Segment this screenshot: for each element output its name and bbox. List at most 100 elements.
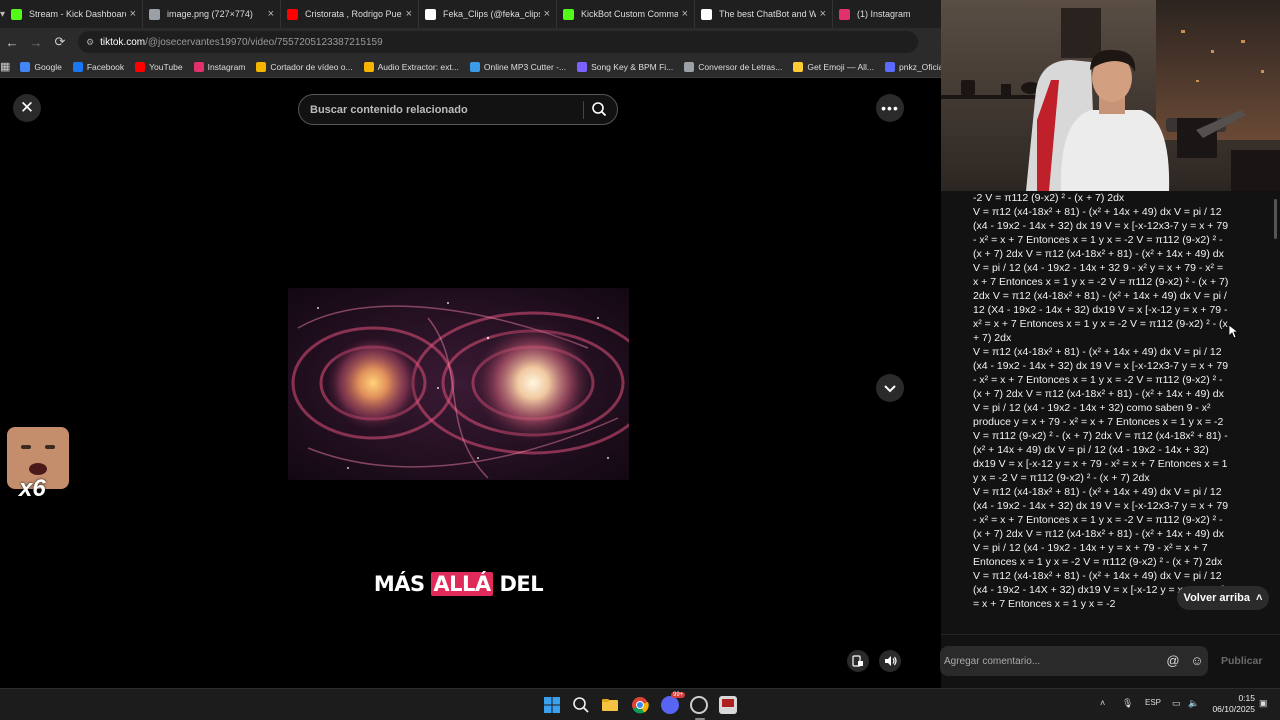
- next-video-button[interactable]: [876, 374, 904, 402]
- instagram-icon: [839, 8, 851, 20]
- chevron-up-icon: ˄: [1256, 592, 1263, 604]
- tab-title: Stream - Kick Dashboard: [29, 9, 126, 19]
- browser-tab[interactable]: Stream - Kick Dashboard ×: [5, 0, 144, 28]
- reload-button[interactable]: ⟳: [48, 28, 72, 56]
- notifications-icon[interactable]: ▣: [1259, 698, 1268, 709]
- video-caption: MÁS ALLÁ DEL: [288, 572, 629, 596]
- system-clock[interactable]: 0:15 06/10/2025: [1207, 693, 1255, 715]
- galaxy-artwork: [288, 288, 629, 480]
- tab-title: The best ChatBot and Wi: [719, 9, 816, 19]
- tab-title: image.png (727×774): [167, 9, 253, 19]
- floating-player-button[interactable]: [847, 650, 869, 672]
- close-button[interactable]: ✕: [13, 94, 41, 122]
- bookmark-item[interactable]: Facebook: [72, 61, 125, 72]
- bookmark-label: Facebook: [86, 61, 125, 72]
- bookmark-item[interactable]: Song Key & BPM Fi...: [577, 61, 674, 72]
- emoji-icon[interactable]: ☺: [1189, 653, 1205, 669]
- bookmark-favicon-icon: [193, 61, 204, 72]
- search-icon[interactable]: [591, 101, 607, 117]
- back-to-top-label: Volver arriba: [1183, 592, 1250, 604]
- tiktok-icon: [425, 8, 437, 20]
- bookmark-item[interactable]: Online MP3 Cutter -...: [469, 61, 567, 72]
- galaxy-image: [288, 288, 629, 480]
- bookmark-item[interactable]: pnkz_Oficial: [884, 61, 945, 72]
- bookmark-favicon-icon: [684, 61, 695, 72]
- network-icon[interactable]: ▭: [1172, 698, 1181, 709]
- bookmark-item[interactable]: Google: [20, 61, 62, 72]
- tab-close-icon[interactable]: ×: [406, 8, 412, 20]
- caption-text-before: MÁS: [373, 572, 432, 596]
- browser-tab[interactable]: KickBot Custom Comman ×: [557, 0, 696, 28]
- language-indicator[interactable]: ESP: [1145, 698, 1161, 707]
- browser-tab[interactable]: The best ChatBot and Wi ×: [695, 0, 834, 28]
- tab-close-icon[interactable]: ×: [130, 8, 136, 20]
- bookmark-favicon-icon: [469, 61, 480, 72]
- comment-paragraph: V = π12 (x4-18x² + 81) - (x² + 14x + 49)…: [973, 346, 1229, 484]
- bookmark-item[interactable]: YouTube: [135, 61, 183, 72]
- comment-composer: Agregar comentario... @ ☺ Publicar: [940, 634, 1280, 688]
- comments-scrollbar[interactable]: [1272, 191, 1280, 634]
- close-icon: ✕: [19, 98, 35, 117]
- tab-close-icon[interactable]: ×: [820, 8, 826, 20]
- microphone-icon[interactable]: 🎙: [1122, 698, 1133, 709]
- apps-grid-icon[interactable]: ▦: [0, 53, 10, 81]
- bookmark-item[interactable]: Instagram: [193, 61, 245, 72]
- obs-icon[interactable]: [690, 696, 708, 714]
- tab-close-icon[interactable]: ×: [268, 8, 274, 20]
- speaker-icon: [884, 656, 897, 666]
- bookmark-label: Cortador de vídeo o...: [270, 61, 353, 72]
- tray-overflow-icon[interactable]: ˄: [1100, 698, 1105, 708]
- tab-close-icon[interactable]: ×: [544, 8, 550, 20]
- volume-tray-icon[interactable]: 🔈: [1188, 698, 1199, 709]
- bookmark-label: Audio Extractor: ext...: [377, 61, 459, 72]
- screen: ▾ Stream - Kick Dashboard × image.png (727…: [0, 0, 1280, 720]
- comments-scroll-thumb[interactable]: [1274, 199, 1277, 239]
- more-options-button[interactable]: •••: [876, 94, 904, 122]
- browser-tab[interactable]: Feka_Clips (@feka_clips) | ×: [419, 0, 558, 28]
- picture-in-picture-icon: [852, 655, 863, 667]
- mention-icon[interactable]: @: [1165, 653, 1181, 669]
- bookmark-label: Conversor de Letras...: [698, 61, 783, 72]
- address-bar[interactable]: ⚙ tiktok.com/@josecervantes19970/video/7…: [78, 31, 918, 53]
- discord-icon[interactable]: 99+: [661, 692, 686, 714]
- app-window-accent: [722, 699, 734, 707]
- tab-title: Cristorata , Rodrigo Puente: [305, 9, 402, 19]
- windows-start-icon[interactable]: [543, 696, 561, 714]
- taskbar-search-icon[interactable]: [572, 696, 590, 714]
- browser-tab[interactable]: image.png (727×774) ×: [143, 0, 282, 28]
- comment-text: -2 V = π112 (9-x2) ² - (x + 7) 2dx V = π1…: [973, 191, 1231, 634]
- bookmark-label: Song Key & BPM Fi...: [591, 61, 674, 72]
- volume-button[interactable]: [879, 650, 901, 672]
- browser-tab-strip: ▾ Stream - Kick Dashboard × image.png (727…: [0, 0, 972, 28]
- bookmark-favicon-icon: [793, 61, 804, 72]
- back-to-top-button[interactable]: Volver arriba ˄: [1177, 586, 1269, 610]
- file-explorer-icon[interactable]: [601, 696, 619, 714]
- video-player[interactable]: MÁS ALLÁ DEL: [288, 128, 629, 688]
- bookmark-item[interactable]: Get Emoji — All...: [793, 61, 874, 72]
- bookmark-item[interactable]: Cortador de vídeo o...: [256, 61, 353, 72]
- bookmark-favicon-icon: [20, 61, 31, 72]
- site-info-icon[interactable]: ⚙: [86, 37, 94, 48]
- app-window-icon[interactable]: [719, 696, 737, 714]
- comment-paragraph: V = π12 (x4-18x² + 81) - (x² + 14x + 49)…: [973, 206, 1229, 344]
- browser-toolbar: ← → ⟳ ⚙ tiktok.com/@josecervantes19970/v…: [0, 28, 941, 56]
- bookmark-label: Online MP3 Cutter -...: [483, 61, 567, 72]
- bookmarks-bar: ▦ Google Facebook YouTube Instagram Cortador…: [0, 53, 945, 81]
- bookmark-label: Get Emoji — All...: [807, 61, 874, 72]
- streamer-webcam-image: [941, 0, 1280, 191]
- publish-button[interactable]: Publicar: [1221, 655, 1262, 667]
- browser-tab[interactable]: Cristorata , Rodrigo Puente ×: [281, 0, 420, 28]
- clock-time: 0:15: [1238, 693, 1255, 703]
- tab-close-icon[interactable]: ×: [682, 8, 688, 20]
- chrome-icon[interactable]: [631, 696, 649, 714]
- caption-text-after: DEL: [492, 572, 544, 596]
- ellipsis-icon: •••: [881, 100, 899, 116]
- url-host: tiktok.com: [100, 36, 146, 48]
- bookmark-item[interactable]: Audio Extractor: ext...: [363, 61, 459, 72]
- url-path: /@josecervantes19970/video/7557205123387…: [145, 36, 383, 48]
- forward-button[interactable]: →: [24, 28, 48, 56]
- bookmark-item[interactable]: Conversor de Letras...: [684, 61, 783, 72]
- youtube-icon: [287, 8, 299, 20]
- related-search-input[interactable]: Buscar contenido relacionado: [298, 94, 618, 125]
- bookmark-favicon-icon: [577, 61, 588, 72]
